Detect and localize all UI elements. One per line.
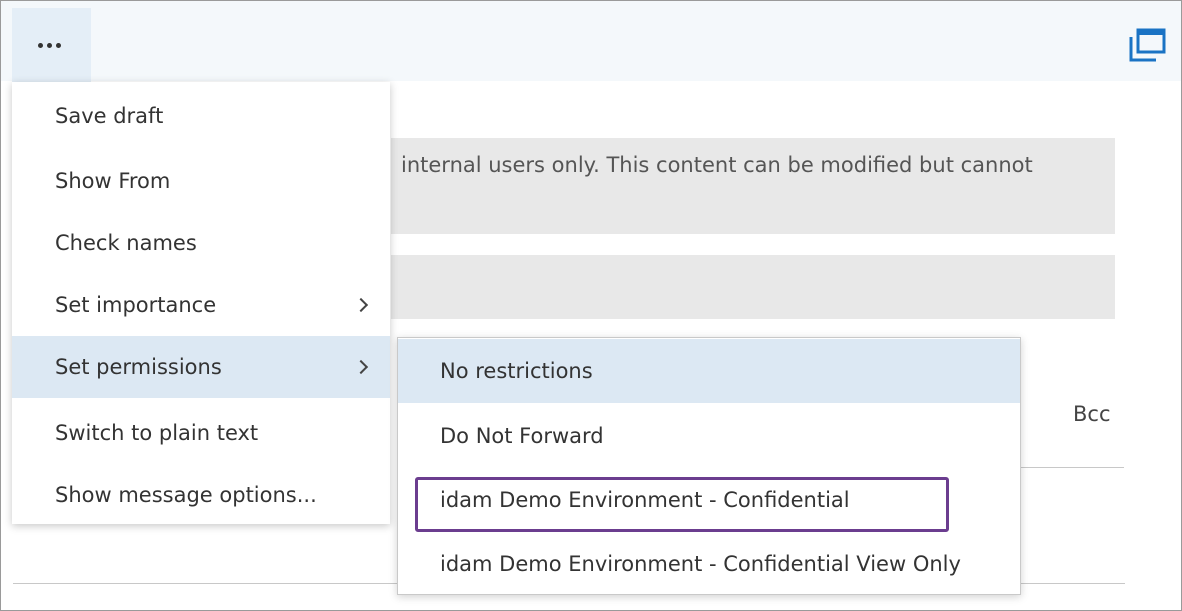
permission-do-not-forward[interactable]: Do Not Forward (398, 404, 1020, 468)
to-field-band (391, 255, 1115, 319)
more-actions-button[interactable] (12, 8, 91, 82)
permissions-submenu: No restrictions Do Not Forward idam Demo… (397, 337, 1021, 595)
submenu-item-label: idam Demo Environment - Confidential (440, 488, 850, 512)
ellipsis-icon (38, 42, 61, 48)
chevron-right-icon (353, 297, 369, 313)
submenu-item-label: No restrictions (440, 359, 593, 383)
divider (1018, 467, 1124, 468)
compose-window: internal users only. This content can be… (0, 0, 1182, 611)
menu-item-label: Save draft (55, 104, 164, 128)
menu-item-show-from[interactable]: Show From (12, 150, 390, 212)
menu-item-set-permissions[interactable]: Set permissions (12, 336, 390, 398)
menu-item-label: Show message options... (55, 483, 317, 507)
permission-no-restrictions[interactable]: No restrictions (398, 339, 1020, 403)
menu-item-show-message-options[interactable]: Show message options... (12, 464, 390, 526)
toolbar (1, 1, 1181, 82)
menu-item-switch-plain-text[interactable]: Switch to plain text (12, 402, 390, 464)
chevron-right-icon (353, 359, 369, 375)
menu-item-check-names[interactable]: Check names (12, 212, 390, 274)
menu-item-label: Set permissions (55, 355, 222, 379)
menu-item-label: Switch to plain text (55, 421, 259, 445)
permission-confidential-view-only[interactable]: idam Demo Environment - Confidential Vie… (398, 532, 1020, 596)
menu-item-label: Check names (55, 231, 197, 255)
info-banner-text: internal users only. This content can be… (401, 153, 1033, 177)
permission-confidential[interactable]: idam Demo Environment - Confidential (398, 468, 1020, 532)
menu-item-label: Set importance (55, 293, 217, 317)
bcc-link[interactable]: Bcc (1073, 402, 1111, 426)
submenu-item-label: Do Not Forward (440, 424, 604, 448)
submenu-item-label: idam Demo Environment - Confidential Vie… (440, 552, 961, 576)
menu-item-label: Show From (55, 169, 171, 193)
popout-window-icon[interactable] (1127, 27, 1167, 63)
menu-item-set-importance[interactable]: Set importance (12, 274, 390, 336)
more-actions-menu: Save draft Show From Check names Set imp… (12, 82, 390, 524)
menu-item-save-draft[interactable]: Save draft (12, 85, 390, 147)
